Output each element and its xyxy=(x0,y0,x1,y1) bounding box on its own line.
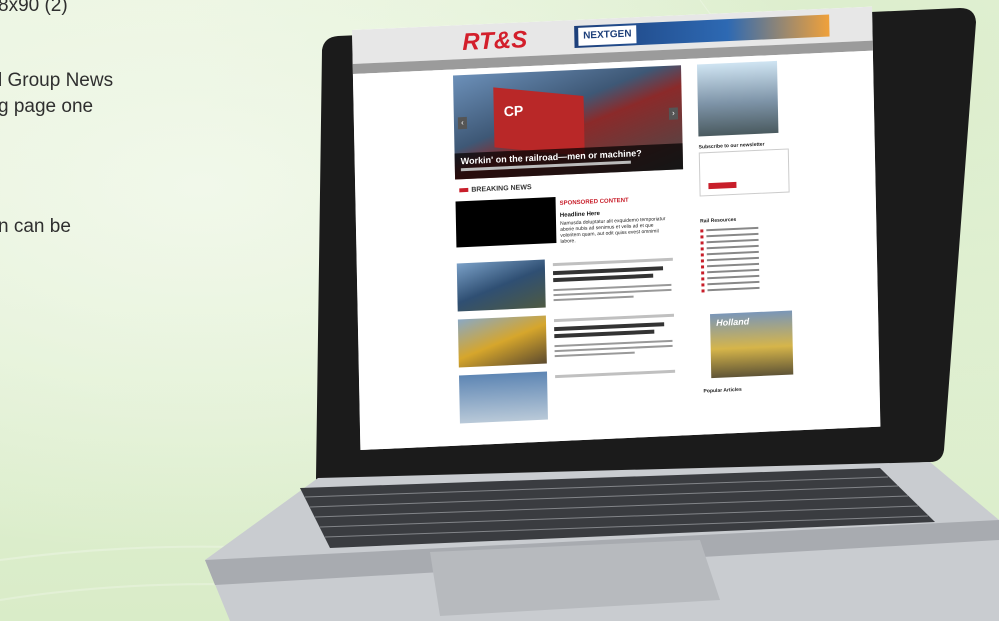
rail-resources-list: Rail Resources xyxy=(700,214,792,293)
header-banner-ad[interactable]: NEXTGEN xyxy=(574,14,830,49)
page-content: CP ‹ › Workin' on the railroad—men or ma… xyxy=(352,50,881,450)
rail-resources-heading: Rail Resources xyxy=(700,216,737,225)
sponsored-text: Namusda doluptatur alit exquidemo tempor… xyxy=(560,216,666,245)
breaking-news-marker xyxy=(459,187,469,193)
banner-brand: NEXTGEN xyxy=(578,25,637,46)
sponsored-headline[interactable]: Headline Here xyxy=(560,211,600,219)
news-thumbnail xyxy=(457,315,547,368)
hero-slider[interactable]: CP ‹ › Workin' on the railroad—men or ma… xyxy=(453,65,684,180)
slider-prev-icon[interactable]: ‹ xyxy=(457,116,468,130)
news-item[interactable] xyxy=(456,254,678,316)
sidebar-ad[interactable] xyxy=(697,60,779,137)
subscribe-button[interactable] xyxy=(708,181,737,190)
locomotive-image xyxy=(493,87,585,156)
sponsored-label: SPONSORED CONTENT xyxy=(559,197,629,207)
laptop: RT&S NEXTGEN CP ‹ › Workin' on the railr… xyxy=(0,0,999,621)
news-thumbnail xyxy=(456,259,546,312)
breaking-news-label: BREAKING NEWS xyxy=(471,184,532,194)
news-item[interactable] xyxy=(459,366,680,428)
news-thumbnail xyxy=(459,371,548,424)
newsletter-form[interactable] xyxy=(698,148,790,197)
screen: RT&S NEXTGEN CP ‹ › Workin' on the railr… xyxy=(352,6,881,450)
holland-ad-logo: Holland xyxy=(716,316,750,328)
popular-articles-heading: Popular Articles xyxy=(703,386,742,395)
site-logo[interactable]: RT&S xyxy=(462,26,527,57)
news-item[interactable] xyxy=(457,310,679,372)
breaking-news-heading: BREAKING NEWS xyxy=(459,184,532,194)
slider-next-icon[interactable]: › xyxy=(668,107,679,120)
hero-badge: CP xyxy=(503,102,524,120)
hero-caption: Workin' on the railroad—men or machine? xyxy=(454,143,684,180)
sponsored-article[interactable]: SPONSORED CONTENT Headline Here Namusda … xyxy=(455,192,677,256)
holland-ad[interactable]: Holland xyxy=(710,310,794,379)
sponsored-image-placeholder xyxy=(455,197,557,248)
newsletter-signup: Subscribe to our newsletter xyxy=(698,141,790,207)
